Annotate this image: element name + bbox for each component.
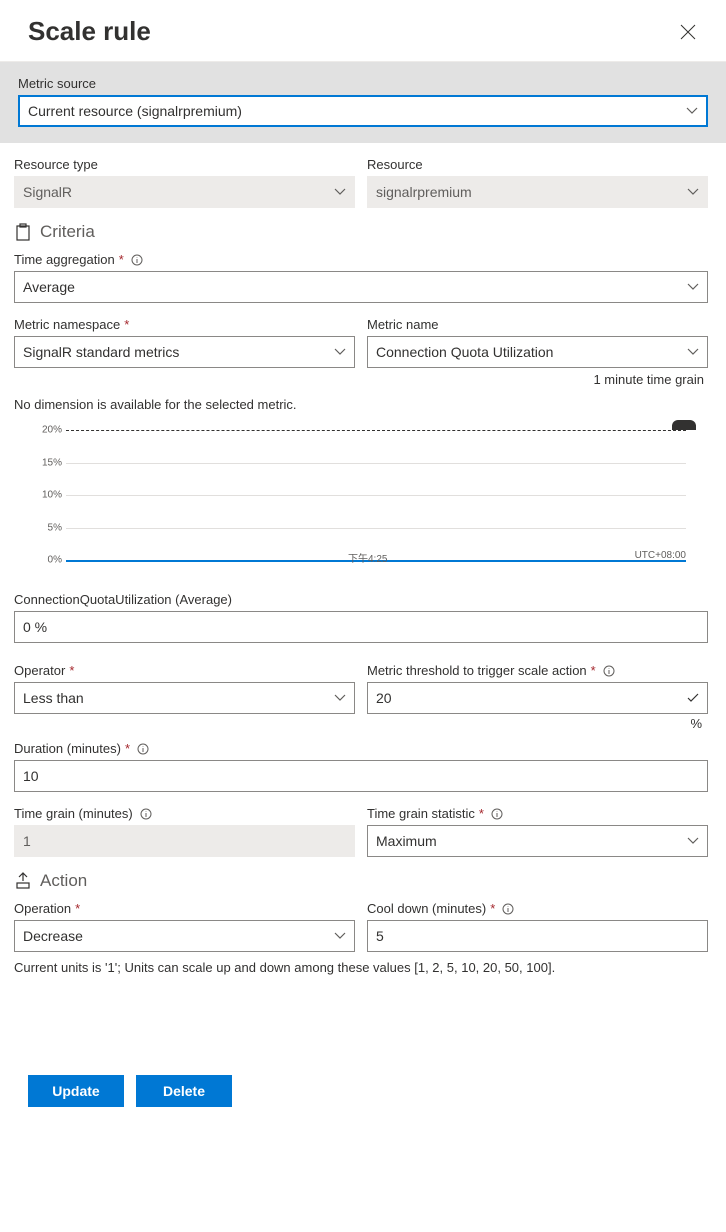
metric-namespace-label: Metric namespace — [14, 317, 120, 332]
info-icon[interactable] — [130, 253, 144, 267]
threshold-label: Metric threshold to trigger scale action — [367, 663, 587, 678]
resource-type-value: SignalR — [23, 184, 72, 200]
time-aggregation-value: Average — [23, 279, 75, 295]
close-icon — [680, 24, 696, 40]
chevron-down-icon — [334, 930, 346, 942]
metric-name-value: Connection Quota Utilization — [376, 344, 553, 360]
chevron-down-icon — [686, 105, 698, 117]
resource-type-select: SignalR — [14, 176, 355, 208]
check-icon — [687, 692, 699, 704]
close-button[interactable] — [680, 24, 696, 40]
metric-source-value: Current resource (signalrpremium) — [28, 103, 242, 119]
x-tick-tz: UTC+08:00 — [635, 550, 686, 561]
required-star: * — [75, 901, 80, 916]
page-title: Scale rule — [28, 16, 151, 47]
time-aggregation-label: Time aggregation — [14, 252, 115, 267]
chevron-down-icon — [334, 346, 346, 358]
required-star: * — [125, 741, 130, 756]
required-star: * — [119, 252, 124, 267]
metric-name-label: Metric name — [367, 317, 708, 332]
metric-name-select[interactable]: Connection Quota Utilization — [367, 336, 708, 368]
duration-input[interactable]: 10 — [14, 760, 708, 792]
info-icon[interactable] — [490, 807, 504, 821]
chevron-down-icon — [687, 281, 699, 293]
clipboard-icon — [14, 223, 32, 241]
threshold-handle[interactable] — [672, 420, 696, 430]
chevron-down-icon — [687, 186, 699, 198]
operator-label: Operator — [14, 663, 65, 678]
resource-value: signalrpremium — [376, 184, 472, 200]
info-icon[interactable] — [501, 902, 515, 916]
time-aggregation-select[interactable]: Average — [14, 271, 708, 303]
operation-select[interactable]: Decrease — [14, 920, 355, 952]
metric-namespace-select[interactable]: SignalR standard metrics — [14, 336, 355, 368]
metric-value-display: 0 % — [14, 611, 708, 643]
y-tick-0: 0% — [36, 555, 62, 566]
y-tick-20: 20% — [36, 425, 62, 436]
time-grain-label: Time grain (minutes) — [14, 806, 133, 821]
y-tick-15: 15% — [36, 457, 62, 468]
update-button[interactable]: Update — [28, 1075, 124, 1107]
action-title: Action — [40, 871, 87, 891]
threshold-input[interactable]: 20 — [367, 682, 708, 714]
cool-down-input[interactable]: 5 — [367, 920, 708, 952]
resource-label: Resource — [367, 157, 708, 172]
threshold-value: 20 — [376, 690, 392, 706]
required-star: * — [69, 663, 74, 678]
duration-value: 10 — [23, 768, 39, 784]
action-icon — [14, 872, 32, 890]
info-icon[interactable] — [136, 742, 150, 756]
metric-namespace-value: SignalR standard metrics — [23, 344, 179, 360]
metric-source-label: Metric source — [18, 76, 708, 91]
threshold-unit: % — [367, 716, 708, 731]
info-icon[interactable] — [602, 664, 616, 678]
required-star: * — [479, 806, 484, 821]
criteria-title: Criteria — [40, 222, 95, 242]
chevron-down-icon — [334, 186, 346, 198]
metric-source-select[interactable]: Current resource (signalrpremium) — [18, 95, 708, 127]
cool-down-label: Cool down (minutes) — [367, 901, 486, 916]
time-grain-stat-label: Time grain statistic — [367, 806, 475, 821]
operator-select[interactable]: Less than — [14, 682, 355, 714]
metric-chart: 20% 15% 10% 5% 0% 下午4:25 UTC+08:00 — [36, 430, 686, 560]
duration-label: Duration (minutes) — [14, 741, 121, 756]
time-grain-note: 1 minute time grain — [14, 372, 708, 387]
time-grain-value: 1 — [23, 833, 31, 849]
no-dimension-text: No dimension is available for the select… — [14, 397, 708, 412]
time-grain-stat-value: Maximum — [376, 833, 437, 849]
threshold-line — [66, 430, 686, 431]
y-tick-5: 5% — [36, 522, 62, 533]
operation-label: Operation — [14, 901, 71, 916]
resource-type-label: Resource type — [14, 157, 355, 172]
chevron-down-icon — [687, 835, 699, 847]
resource-select: signalrpremium — [367, 176, 708, 208]
units-footnote: Current units is '1'; Units can scale up… — [14, 960, 708, 975]
operator-value: Less than — [23, 690, 84, 706]
x-tick-time: 下午4:25 — [348, 550, 387, 565]
operation-value: Decrease — [23, 928, 83, 944]
time-grain-stat-select[interactable]: Maximum — [367, 825, 708, 857]
cool-down-value: 5 — [376, 928, 384, 944]
metric-value-label: ConnectionQuotaUtilization (Average) — [14, 592, 708, 607]
info-icon[interactable] — [139, 807, 153, 821]
required-star: * — [124, 317, 129, 332]
time-grain-input: 1 — [14, 825, 355, 857]
chevron-down-icon — [687, 346, 699, 358]
y-tick-10: 10% — [36, 490, 62, 501]
delete-button[interactable]: Delete — [136, 1075, 232, 1107]
metric-value: 0 % — [23, 619, 47, 635]
chevron-down-icon — [334, 692, 346, 704]
required-star: * — [591, 663, 596, 678]
required-star: * — [490, 901, 495, 916]
